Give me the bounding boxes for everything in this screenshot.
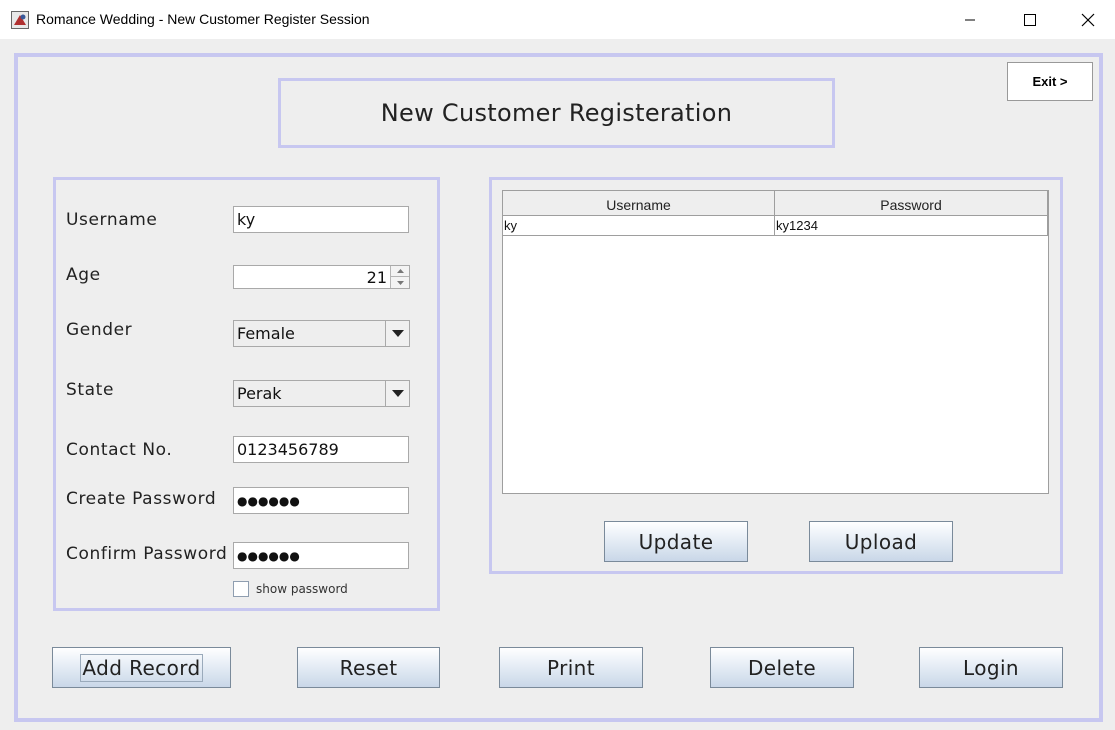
gender-dropdown-button[interactable] [385,321,409,346]
contact-label: Contact No. [66,440,173,460]
age-spinner[interactable]: 21 [233,265,410,289]
window-title: Romance Wedding - New Customer Register … [36,11,370,27]
minimize-button[interactable] [942,0,998,39]
print-button[interactable]: Print [499,647,643,688]
gender-select[interactable]: Female [233,320,410,347]
upload-button-label: Upload [844,529,918,554]
reset-button[interactable]: Reset [297,647,440,688]
minimize-icon [965,19,975,20]
confirm-password-label: Confirm Password [66,544,228,564]
java-app-icon [11,11,29,29]
gender-value: Female [237,324,295,343]
maximize-icon [1024,13,1036,26]
age-value: 21 [366,268,387,287]
print-button-label: Print [546,655,595,680]
create-password-input[interactable]: ●●●●●● [233,487,409,514]
close-button[interactable] [1060,0,1115,39]
heading-box: New Customer Registeration [278,78,835,148]
gender-label: Gender [66,320,133,340]
username-label: Username [66,210,158,230]
add-record-button-label: Add Record [80,653,203,682]
column-header-username[interactable]: Username [503,191,775,216]
add-record-button[interactable]: Add Record [52,647,231,688]
records-table[interactable]: Username Password ky ky1234 [502,190,1049,494]
show-password-label[interactable]: show password [256,582,348,596]
upload-button[interactable]: Upload [809,521,953,562]
delete-button[interactable]: Delete [710,647,854,688]
table-cell-password[interactable]: ky1234 [775,216,1048,236]
create-password-label: Create Password [66,489,217,509]
state-label: State [66,380,114,400]
state-value: Perak [237,384,282,403]
login-button[interactable]: Login [919,647,1063,688]
show-password-checkbox[interactable] [233,581,249,597]
maximize-button[interactable] [1002,0,1058,39]
page-title: New Customer Registeration [380,99,733,127]
contact-input[interactable]: 0123456789 [233,436,409,463]
age-label: Age [66,265,101,285]
chevron-down-icon [396,280,404,285]
state-select[interactable]: Perak [233,380,410,407]
reset-button-label: Reset [339,655,398,680]
spinner-up-button[interactable] [390,266,409,277]
delete-button-label: Delete [747,655,817,680]
confirm-password-input[interactable]: ●●●●●● [233,542,409,569]
username-input[interactable]: ky [233,206,409,233]
state-dropdown-button[interactable] [385,381,409,406]
login-button-label: Login [963,655,1019,680]
update-button[interactable]: Update [604,521,748,562]
chevron-down-icon [391,390,404,397]
update-button-label: Update [638,529,714,554]
exit-button[interactable]: Exit > [1007,62,1093,101]
chevron-up-icon [396,269,404,273]
spinner-down-button[interactable] [390,277,409,288]
window-titlebar: Romance Wedding - New Customer Register … [0,0,1115,39]
chevron-down-icon [391,330,404,337]
column-header-password[interactable]: Password [775,191,1048,216]
close-icon [1081,13,1095,26]
table-cell-username[interactable]: ky [503,216,775,236]
